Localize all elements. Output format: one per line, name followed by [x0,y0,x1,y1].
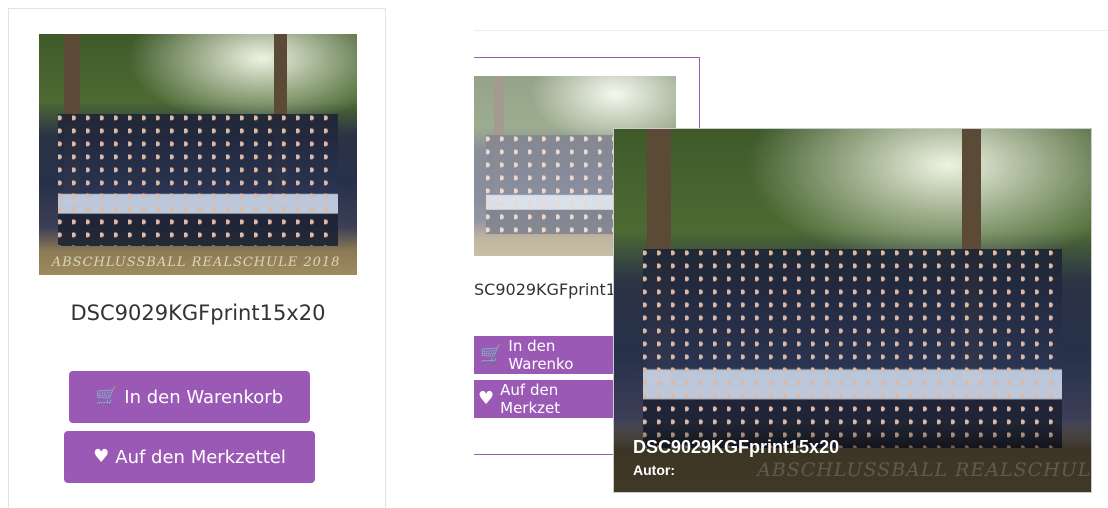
preview-author: Autor: [633,462,675,478]
group-photo: ABSCHLUSSBALL REALSCHULE 2018 [39,34,357,275]
shopping-cart-icon: 🛒 [95,386,119,407]
add-to-wishlist-label: Auf den Merkzettel [115,446,286,468]
add-to-cart-button[interactable]: 🛒 In den Warenko [474,336,616,374]
product-name: DSC9029KGFprint15x20 [70,301,326,325]
product-thumbnail[interactable]: ABSCHLUSSBALL REALSCHULE 2018 [39,34,357,275]
section-divider [474,30,1108,31]
image-preview-popup[interactable]: ABSCHLUSSBALL REALSCHULE 2018 DSC9029KGF… [614,129,1091,492]
crowd [58,113,338,247]
photo-caption: ABSCHLUSSBALL REALSCHULE 2018 [51,255,341,271]
crowd [642,248,1063,449]
add-to-cart-button[interactable]: 🛒 In den Warenkorb [69,371,310,423]
shopping-cart-icon: 🛒 [480,344,503,365]
add-to-wishlist-label: Auf den Merkzet [500,381,561,417]
preview-title: DSC9029KGFprint15x20 [633,437,840,457]
add-to-wishlist-button[interactable]: ♥ Auf den Merkzettel [64,431,315,483]
heart-icon: ♥ [93,446,110,467]
add-to-cart-label: In den Warenkorb [124,386,284,408]
add-to-wishlist-button[interactable]: ♥ Auf den Merkzet [474,380,616,418]
heart-icon: ♥ [478,388,495,409]
product-name: SC9029KGFprint1 [474,280,616,299]
add-to-cart-label: In den Warenko [508,337,574,373]
